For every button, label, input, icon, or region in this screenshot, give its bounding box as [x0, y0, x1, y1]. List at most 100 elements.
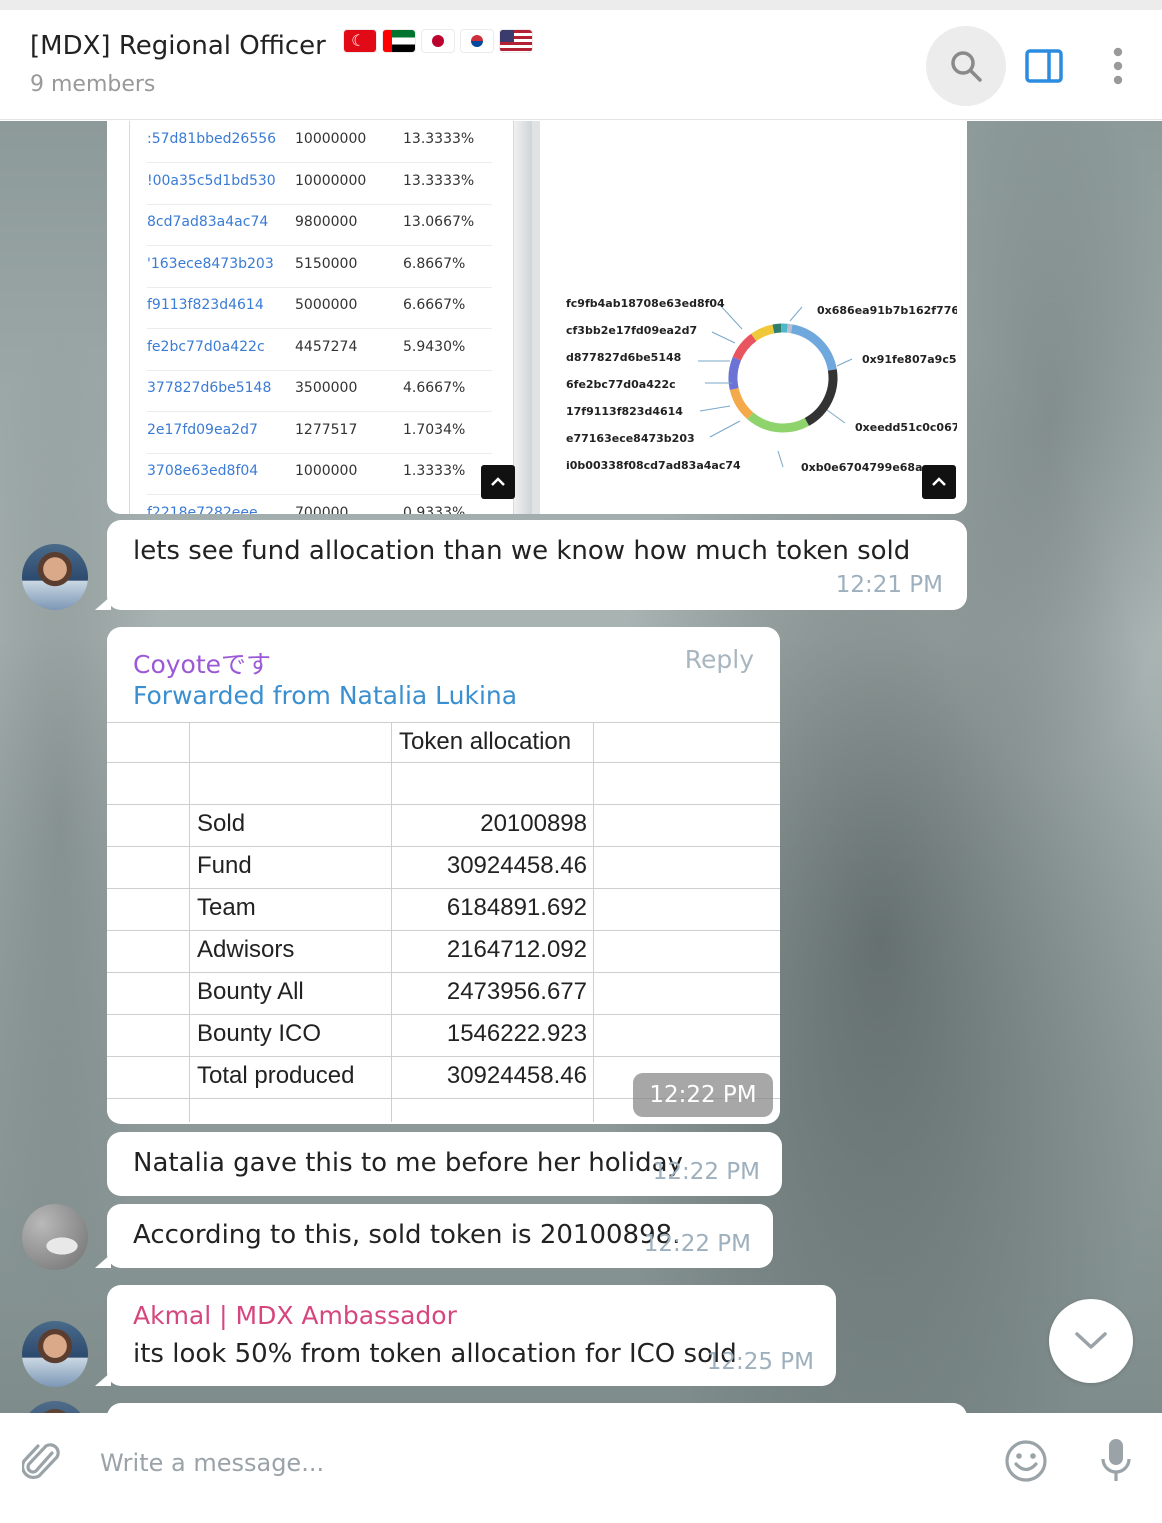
holder-amount: 1277517	[295, 421, 358, 438]
message-bubble[interactable]: Natalia gave this to me before her holid…	[107, 1132, 782, 1196]
collapse-button[interactable]	[922, 465, 956, 499]
holder-address: f2218e7282eee	[147, 504, 258, 515]
chevron-down-icon	[1075, 1332, 1107, 1349]
holder-amount: 4457274	[295, 338, 358, 355]
holder-amount: 5000000	[295, 297, 358, 313]
chat-title-row[interactable]: [MDX] Regional Officer	[30, 30, 533, 61]
donut-slice	[790, 324, 837, 371]
message-bubble[interactable]: Akmal | MDX Ambassador its look 50% from…	[95, 1285, 836, 1386]
sender-name[interactable]: Akmal | MDX Ambassador	[133, 1301, 457, 1330]
grid-line	[593, 722, 594, 1122]
sheet-row-value: 2164712.092	[446, 936, 587, 963]
sheet-row-value: 2473956.677	[446, 978, 587, 1005]
donut-slice	[772, 323, 782, 334]
message-input[interactable]	[100, 1443, 960, 1483]
holder-amount: 700000	[295, 504, 349, 515]
message-bubble-partial[interactable]	[107, 1403, 967, 1413]
holder-address: 2e17fd09ea2d7	[147, 421, 258, 438]
message-time: 12:22 PM	[652, 1159, 760, 1185]
holder-address: 377827d6be5148	[147, 380, 272, 396]
leader-line	[789, 306, 803, 322]
message-time: 12:22 PM	[633, 1073, 773, 1117]
message-time: 12:25 PM	[706, 1349, 814, 1375]
sender-name[interactable]: Coyoteです	[133, 645, 271, 681]
donut-chart	[698, 304, 853, 468]
donut-label: fc9fb4ab18708e63ed8f04	[566, 297, 725, 310]
holder-percent: 1.3333%	[403, 463, 466, 479]
holder-table-image[interactable]: :57d81bbed26556 10000000 13.3333% !00a35c5d…	[107, 121, 532, 514]
avatar[interactable]	[22, 1321, 88, 1387]
holder-percent: 0.9333%	[403, 504, 466, 515]
donut-slice	[732, 333, 757, 361]
sheet-row-label: Total produced	[197, 1062, 355, 1089]
paperclip-icon	[22, 1443, 60, 1480]
donut-label: 0x91fe807a9c5	[862, 353, 957, 366]
sheet-row-value: 30924458.46	[446, 852, 587, 879]
forwarded-from[interactable]: Forwarded from Natalia Lukina	[133, 681, 517, 710]
voice-message-button[interactable]	[1090, 1433, 1142, 1489]
message-text: its look 50% from token allocation for I…	[133, 1339, 737, 1369]
grid-line	[107, 1056, 780, 1057]
sheet-row-label: Adwisors	[197, 936, 295, 963]
donut-label: cf3bb2e17fd09ea2d7	[566, 324, 698, 337]
holder-table-row: !00a35c5d1bd530 10000000 13.3333%	[147, 163, 492, 205]
holder-address: f9113f823d4614	[147, 297, 264, 313]
donut-slice	[751, 324, 775, 342]
turkey-flag-icon	[344, 30, 377, 52]
uae-flag-icon	[383, 30, 416, 52]
sheet-row-label: Sold	[197, 810, 246, 837]
grid-line	[107, 722, 780, 723]
leader-line	[777, 450, 784, 468]
more-vertical-icon	[1113, 47, 1123, 85]
message-bubble[interactable]: According to this, sold token is 2010089…	[95, 1204, 773, 1268]
chat-title[interactable]: [MDX] Regional Officer	[30, 31, 326, 61]
holder-percent: 13.3333%	[403, 131, 475, 147]
collapse-button[interactable]	[481, 465, 515, 499]
message-time: 12:22 PM	[643, 1231, 751, 1257]
sheet-header: Token allocation	[399, 728, 572, 755]
member-count[interactable]: 9 members	[30, 72, 155, 97]
token-allocation-sheet-image[interactable]: Token allocation Sold 20100898 Fund 3092445…	[107, 722, 780, 1122]
message-composer	[0, 1413, 1162, 1523]
grid-line	[189, 722, 190, 1122]
holder-amount: 1000000	[295, 463, 358, 479]
image-edge	[514, 121, 532, 514]
sheet-row-label: Team	[197, 894, 256, 921]
holder-address: :57d81bbed26556	[147, 131, 277, 147]
leader-line	[699, 405, 731, 412]
donut-chart-image[interactable]: fc9fb4ab18708e63ed8f04 cf3bb2e17fd09ea2d7…	[540, 121, 967, 514]
message-time: 12:21 PM	[835, 572, 943, 598]
scroll-to-bottom-button[interactable]	[1049, 1299, 1133, 1383]
japan-flag-icon	[422, 30, 455, 52]
reply-button[interactable]: Reply	[685, 645, 754, 674]
leader-line	[826, 409, 846, 424]
avatar[interactable]	[22, 1204, 88, 1270]
forwarded-message[interactable]: Coyoteです Forwarded from Natalia Lukina R…	[107, 627, 780, 1124]
avatar[interactable]	[22, 1401, 88, 1413]
chevron-up-icon	[932, 477, 946, 486]
sheet-row-value: 30924458.46	[446, 1062, 587, 1089]
donut-label: i0b00338f08cd7ad83a4ac74	[566, 459, 741, 472]
holder-address: fe2bc77d0a422c	[147, 338, 265, 355]
holder-percent: 6.8667%	[403, 255, 466, 272]
avatar[interactable]	[22, 544, 88, 610]
leader-line	[836, 358, 853, 367]
holder-address: '163ece8473b203	[147, 255, 274, 272]
message-bubble[interactable]: lets see fund allocation than we know ho…	[95, 520, 967, 610]
attach-button[interactable]	[16, 1435, 68, 1487]
holder-amount: 9800000	[295, 214, 358, 230]
search-button[interactable]	[926, 26, 1006, 106]
holder-amount: 10000000	[295, 172, 367, 189]
photo-album-message[interactable]: :57d81bbed26556 10000000 13.3333% !00a35c5d…	[107, 121, 967, 514]
chat-history[interactable]: :57d81bbed26556 10000000 13.3333% !00a35c5d…	[0, 121, 1162, 1413]
leader-line	[709, 420, 741, 438]
emoji-button[interactable]	[1000, 1435, 1052, 1487]
donut-label: 6fe2bc77d0a422c	[566, 378, 676, 391]
sheet-row-value: 6184891.692	[446, 894, 587, 921]
sheet-row-value: 20100898	[480, 810, 587, 837]
grid-line	[107, 762, 780, 763]
more-options-button[interactable]	[1096, 36, 1140, 96]
toggle-sidebar-button[interactable]	[1016, 36, 1072, 96]
holder-percent: 13.3333%	[403, 172, 475, 189]
donut-label: 0xeedd51c0c067	[855, 421, 957, 434]
